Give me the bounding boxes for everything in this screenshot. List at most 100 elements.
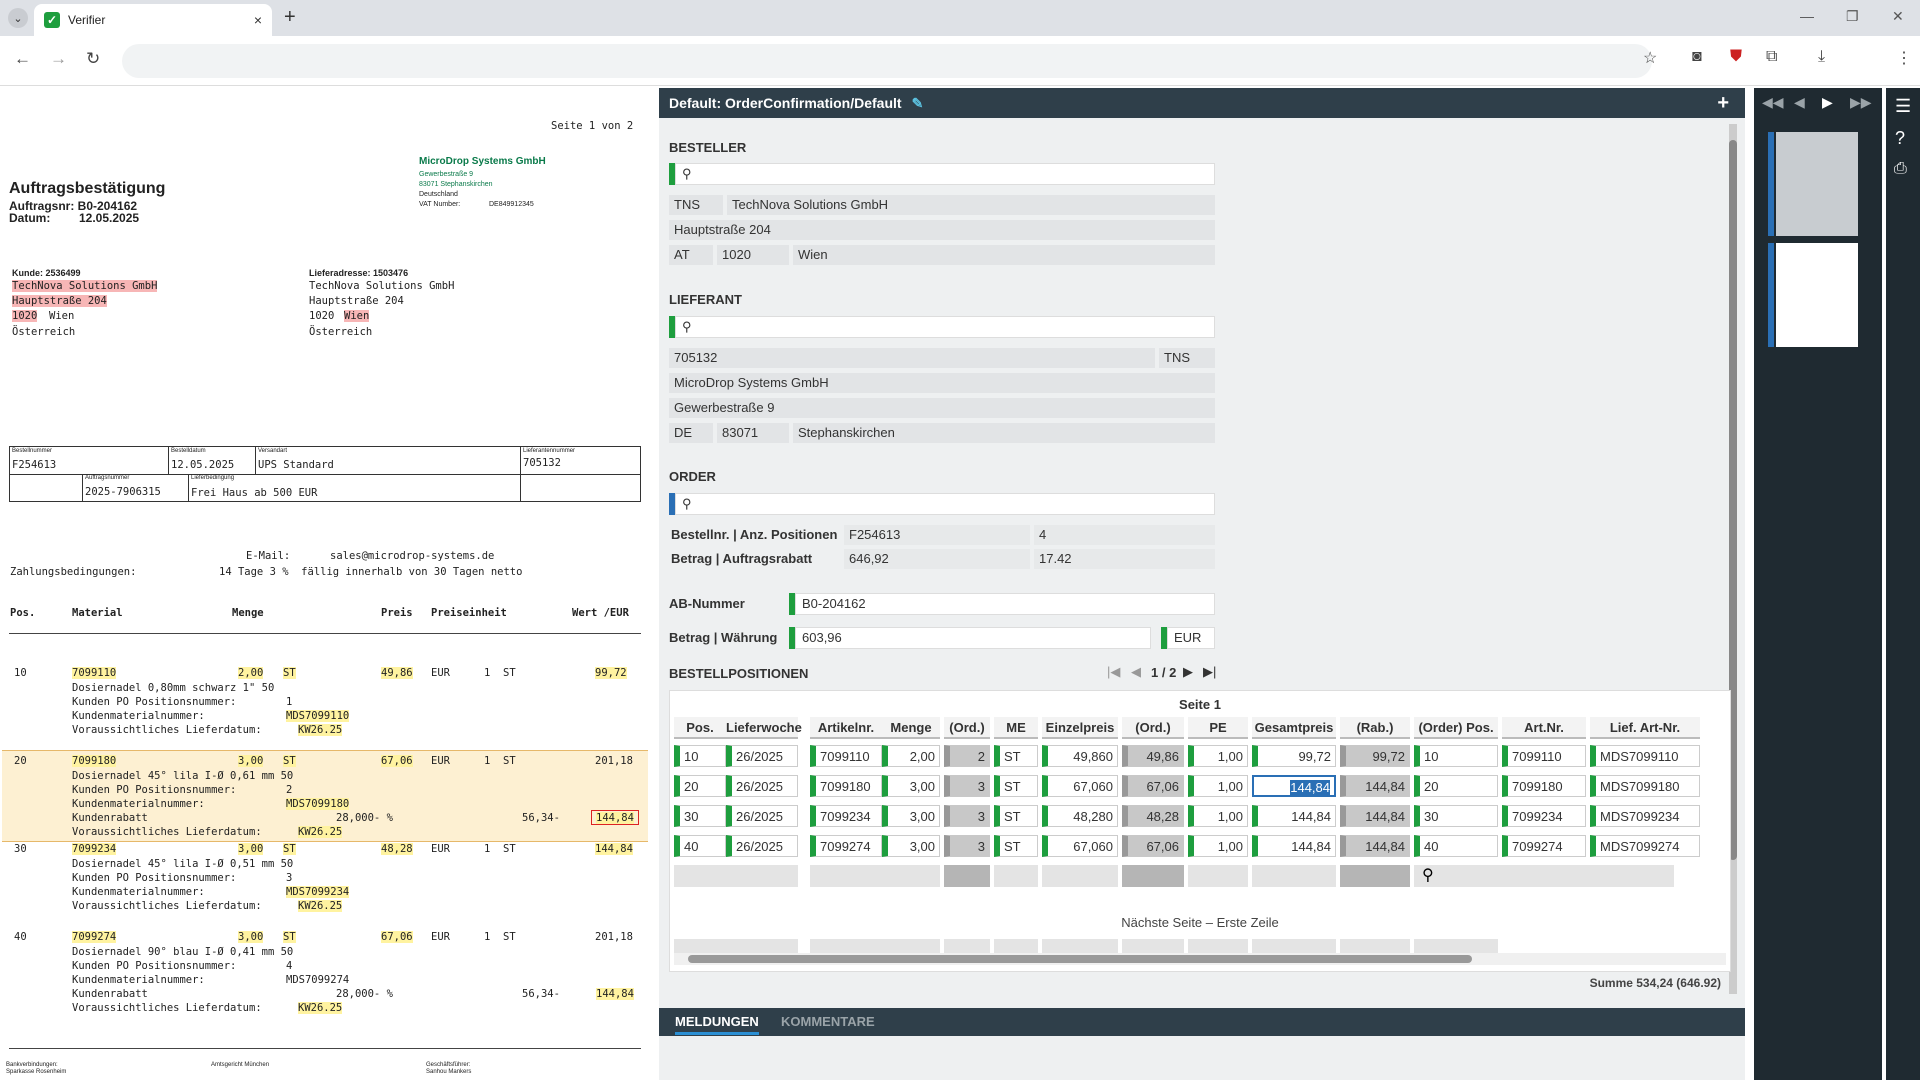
- print-icon[interactable]: ⎙: [1894, 160, 1907, 178]
- grid-header-1[interactable]: Lieferwoche: [726, 717, 802, 739]
- lieferant-street[interactable]: Gewerbestraße 9: [669, 398, 1215, 418]
- last-page-icon[interactable]: ▶|: [1203, 664, 1216, 680]
- camera-icon[interactable]: ◙: [1692, 48, 1702, 66]
- grid-cell[interactable]: 3: [944, 835, 990, 857]
- help-icon[interactable]: ?: [1895, 128, 1905, 149]
- minimize-icon[interactable]: —: [1800, 8, 1814, 24]
- grid-cell[interactable]: 40: [674, 835, 726, 857]
- grid-cell[interactable]: 1,00: [1188, 775, 1248, 797]
- grid-cell[interactable]: 3: [944, 805, 990, 827]
- grid-header-10[interactable]: (Rab.): [1340, 717, 1410, 739]
- grid-cell[interactable]: 144,84: [1252, 835, 1336, 857]
- page-thumbnail-2[interactable]: [1776, 243, 1858, 347]
- first-doc-icon[interactable]: ◀◀: [1762, 94, 1784, 111]
- grid-header-3[interactable]: Menge: [882, 717, 940, 739]
- grid-header-6[interactable]: Einzelpreis: [1042, 717, 1118, 739]
- grid-cell[interactable]: 49,860: [1042, 745, 1118, 767]
- next-page-icon[interactable]: ▶: [1183, 664, 1193, 680]
- grid-cell[interactable]: MDS7099234: [1590, 805, 1700, 827]
- grid-new-row-cell[interactable]: [726, 865, 798, 887]
- grid-header-11[interactable]: (Order) Pos.: [1414, 717, 1498, 739]
- lieferant-country[interactable]: DE: [669, 423, 713, 443]
- grid-cell[interactable]: 67,060: [1042, 835, 1118, 857]
- order-search-input[interactable]: ⚲: [675, 493, 1215, 515]
- grid-cell[interactable]: 7099234: [1502, 805, 1586, 827]
- tab-meldungen[interactable]: MELDUNGEN: [675, 1014, 759, 1035]
- grid-cell[interactable]: 26/2025: [726, 805, 798, 827]
- add-icon[interactable]: +: [1717, 92, 1729, 115]
- grid-cell[interactable]: 40: [1414, 835, 1498, 857]
- grid-cell[interactable]: 144,84: [1340, 805, 1410, 827]
- grid-new-row-cell[interactable]: [810, 865, 882, 887]
- last-doc-icon[interactable]: ▶▶: [1850, 94, 1872, 111]
- grid-cell[interactable]: 67,06: [1122, 835, 1184, 857]
- first-page-icon[interactable]: |◀: [1107, 664, 1120, 680]
- prev-doc-icon[interactable]: ◀: [1794, 94, 1805, 111]
- lieferant-zip[interactable]: 83071: [717, 423, 789, 443]
- grid-cell[interactable]: 3: [944, 775, 990, 797]
- grid-cell[interactable]: 26/2025: [726, 835, 798, 857]
- page-thumbnail-1[interactable]: [1776, 132, 1858, 236]
- grid-cell[interactable]: 10: [1414, 745, 1498, 767]
- grid-cell[interactable]: 48,28: [1122, 805, 1184, 827]
- grid-cell[interactable]: 7099234: [810, 805, 882, 827]
- grid-cell[interactable]: 20: [1414, 775, 1498, 797]
- grid-cell[interactable]: 7099274: [810, 835, 882, 857]
- order-number-value[interactable]: F254613: [844, 525, 1030, 545]
- grid-cell[interactable]: MDS7099274: [1590, 835, 1700, 857]
- hamburger-menu-icon[interactable]: ☰: [1895, 96, 1911, 117]
- besteller-country[interactable]: AT: [669, 245, 713, 265]
- reload-icon[interactable]: ↻: [86, 49, 100, 69]
- besteller-code[interactable]: TNS: [669, 195, 723, 215]
- grid-cell[interactable]: 1,00: [1188, 835, 1248, 857]
- lieferant-name[interactable]: MicroDrop Systems GmbH: [669, 373, 1215, 393]
- order-amount-value[interactable]: 646,92: [844, 549, 1030, 569]
- order-discount-value[interactable]: 17.42: [1034, 549, 1215, 569]
- currency-input[interactable]: EUR: [1167, 627, 1215, 649]
- grid-cell[interactable]: 67,060: [1042, 775, 1118, 797]
- grid-cell[interactable]: 99,72: [1252, 745, 1336, 767]
- grid-new-row-cell[interactable]: [674, 865, 726, 887]
- grid-cell[interactable]: 10: [674, 745, 726, 767]
- grid-cell[interactable]: MDS7099180: [1590, 775, 1700, 797]
- menu-dots-icon[interactable]: ⋮: [1896, 48, 1912, 68]
- close-tab-icon[interactable]: ×: [254, 12, 262, 28]
- grid-new-row-cell[interactable]: [944, 865, 990, 887]
- ab-number-input[interactable]: B0-204162: [795, 593, 1215, 615]
- grid-cell[interactable]: 1,00: [1188, 745, 1248, 767]
- grid-new-row-cell[interactable]: ⚲: [1414, 865, 1674, 887]
- tab-search-button[interactable]: ⌄: [8, 8, 28, 28]
- grid-horizontal-scrollbar[interactable]: [674, 953, 1726, 965]
- prev-page-icon[interactable]: ◀: [1131, 664, 1141, 680]
- restore-icon[interactable]: ❐: [1846, 8, 1859, 25]
- grid-header-4[interactable]: (Ord.): [944, 717, 990, 739]
- grid-new-row-cell[interactable]: [1188, 865, 1248, 887]
- lieferant-number[interactable]: 705132: [669, 348, 1155, 368]
- back-icon[interactable]: ←: [14, 49, 31, 69]
- grid-cell[interactable]: ST: [994, 805, 1038, 827]
- browser-tab-verifier[interactable]: ✓ Verifier ×: [34, 4, 272, 36]
- grid-new-row-cell[interactable]: [1340, 865, 1410, 887]
- grid-cell[interactable]: ST: [994, 745, 1038, 767]
- extensions-icon[interactable]: ⧉: [1766, 48, 1777, 66]
- lieferant-search-input[interactable]: ⚲: [675, 316, 1215, 338]
- grid-cell[interactable]: 144,84: [1340, 835, 1410, 857]
- grid-cell[interactable]: 49,86: [1122, 745, 1184, 767]
- grid-header-7[interactable]: (Ord.): [1122, 717, 1184, 739]
- close-window-icon[interactable]: ✕: [1892, 8, 1904, 25]
- grid-cell[interactable]: 7099110: [1502, 745, 1586, 767]
- grid-header-0[interactable]: Pos.: [674, 717, 726, 739]
- grid-cell[interactable]: 1,00: [1188, 805, 1248, 827]
- grid-cell[interactable]: 7099180: [1502, 775, 1586, 797]
- grid-cell[interactable]: MDS7099110: [1590, 745, 1700, 767]
- besteller-street[interactable]: Hauptstraße 204: [669, 220, 1215, 240]
- grid-cell[interactable]: 7099180: [810, 775, 882, 797]
- besteller-zip[interactable]: 1020: [717, 245, 789, 265]
- grid-cell[interactable]: ST: [994, 835, 1038, 857]
- grid-cell[interactable]: 144,84: [1252, 775, 1336, 797]
- grid-cell[interactable]: 48,280: [1042, 805, 1118, 827]
- grid-cell[interactable]: 26/2025: [726, 775, 798, 797]
- forward-icon[interactable]: →: [50, 49, 67, 69]
- grid-header-12[interactable]: Art.Nr.: [1502, 717, 1586, 739]
- new-tab-button[interactable]: +: [284, 6, 296, 29]
